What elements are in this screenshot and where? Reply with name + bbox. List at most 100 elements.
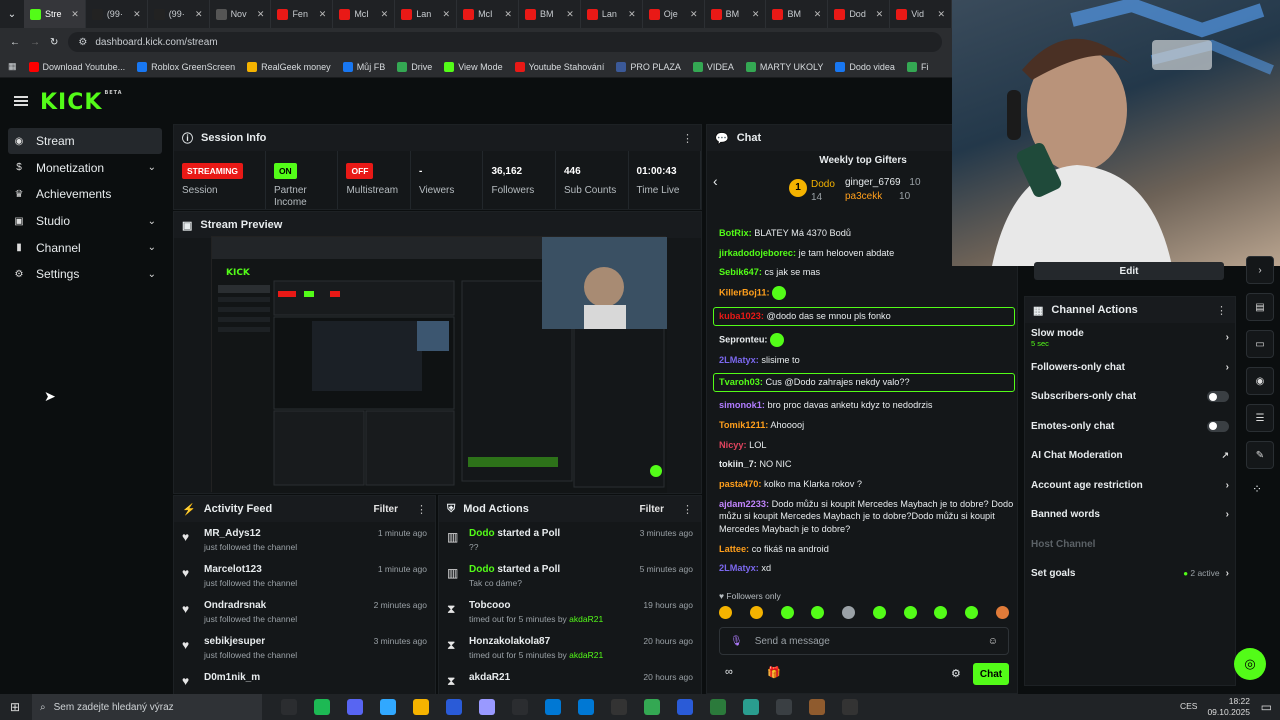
chat-username[interactable]: pasta470: bbox=[719, 479, 761, 489]
moderator-name[interactable]: akdaR21 bbox=[569, 650, 603, 660]
microphone-icon[interactable]: 🎙 bbox=[730, 636, 743, 647]
photoshop-icon[interactable] bbox=[379, 699, 396, 715]
premiere-icon[interactable] bbox=[478, 699, 495, 715]
bookmark-item[interactable]: Můj FB bbox=[342, 61, 385, 72]
kick-app-icon[interactable] bbox=[808, 699, 825, 715]
taskbar-search[interactable]: ⌕ Sem zadejte hledaný výraz bbox=[32, 694, 262, 720]
site-info-icon[interactable]: ⚙ bbox=[78, 37, 87, 48]
channel-action-subscribers-only-chat[interactable]: Subscribers-only chat bbox=[1025, 382, 1235, 412]
follower-name[interactable]: MR_Adys12 bbox=[204, 528, 370, 539]
channel-action-slow-mode[interactable]: Slow mode 5 sec › bbox=[1025, 323, 1235, 353]
status-badge[interactable]: ON bbox=[273, 163, 297, 179]
filter-button[interactable]: Filter bbox=[640, 504, 664, 515]
bookmark-item[interactable]: Youtube Stahování bbox=[514, 61, 604, 72]
chevron-down-icon[interactable]: ⌄ bbox=[148, 162, 156, 173]
bookmark-item[interactable]: Drive bbox=[397, 61, 432, 72]
emote-icon[interactable] bbox=[872, 606, 886, 619]
file-explorer-icon[interactable] bbox=[412, 699, 429, 715]
emote-bar[interactable] bbox=[719, 606, 1009, 619]
chat-username[interactable]: Tomik1211: bbox=[719, 420, 768, 430]
arrow-right-icon[interactable]: › bbox=[1246, 256, 1274, 284]
chat-username[interactable]: Nicyy: bbox=[719, 440, 747, 450]
chat-username[interactable]: 2LMatyx: bbox=[719, 355, 759, 365]
close-tab-icon[interactable]: ✕ bbox=[814, 9, 822, 20]
browser-tab[interactable]: Stre ✕ bbox=[23, 0, 86, 28]
filter-button[interactable]: Filter bbox=[374, 504, 398, 515]
emote-icon[interactable] bbox=[719, 606, 732, 619]
browser-tab[interactable]: BM ✕ bbox=[766, 0, 829, 28]
bookmark-item[interactable]: PRO PLAZA bbox=[616, 61, 681, 72]
calculator-icon[interactable] bbox=[742, 699, 759, 715]
close-tab-icon[interactable]: ✕ bbox=[257, 9, 265, 20]
chevron-left-icon[interactable]: ‹ bbox=[713, 173, 718, 189]
chevron-down-icon[interactable]: ⌄ bbox=[148, 269, 156, 280]
chevron-down-icon[interactable]: ⌄ bbox=[148, 216, 156, 227]
wrench-icon[interactable]: ✎ bbox=[1246, 441, 1274, 469]
forward-icon[interactable]: → bbox=[30, 37, 40, 48]
channel-action-host-channel[interactable]: Host Channel bbox=[1025, 530, 1235, 560]
follower-name[interactable]: Ondradrsnak bbox=[204, 600, 366, 611]
sidebar-item-stream[interactable]: ◉ Stream bbox=[8, 128, 162, 154]
browser-tab[interactable]: (99· ✕ bbox=[86, 0, 148, 28]
channel-action-ai-chat-moderation[interactable]: AI Chat Moderation ↗ bbox=[1025, 441, 1235, 471]
chat-username[interactable]: tokiin_7: bbox=[719, 459, 757, 469]
obs-icon[interactable] bbox=[841, 699, 858, 715]
close-tab-icon[interactable]: ✕ bbox=[504, 9, 512, 20]
app-icon[interactable] bbox=[775, 699, 792, 715]
chat-username[interactable]: 2LMatyx: bbox=[719, 563, 759, 573]
channel-action-followers-only-chat[interactable]: Followers-only chat › bbox=[1025, 353, 1235, 383]
more-options-icon[interactable]: ⋮ bbox=[682, 132, 693, 145]
task-view-icon[interactable] bbox=[280, 699, 297, 715]
browser-tab[interactable]: Dod ✕ bbox=[828, 0, 891, 28]
tab-list-icon[interactable]: ⌄ bbox=[0, 9, 24, 20]
close-tab-icon[interactable]: ✕ bbox=[876, 9, 884, 20]
sidebar-item-studio[interactable]: ▣ Studio ⌄ bbox=[8, 208, 162, 234]
notification-icon[interactable]: ▭ bbox=[1261, 700, 1272, 714]
close-tab-icon[interactable]: ✕ bbox=[381, 9, 389, 20]
reload-icon[interactable]: ↻ bbox=[50, 37, 58, 48]
browser-tab[interactable]: Fen ✕ bbox=[271, 0, 334, 28]
chat-username[interactable]: kuba1023: bbox=[719, 311, 764, 321]
channel-action-banned-words[interactable]: Banned words › bbox=[1025, 500, 1235, 530]
mod-action-user[interactable]: Dodo bbox=[469, 528, 495, 539]
terminal-icon[interactable] bbox=[709, 699, 726, 715]
clipboard-icon[interactable]: ▤ bbox=[1246, 293, 1274, 321]
bookmark-item[interactable]: MARTY UKOLY bbox=[745, 61, 823, 72]
close-tab-icon[interactable]: ✕ bbox=[195, 9, 203, 20]
chevron-right-icon[interactable]: › bbox=[1226, 568, 1229, 579]
share-icon[interactable]: ⁘ bbox=[1252, 482, 1262, 496]
browser-tab[interactable]: McI ✕ bbox=[457, 0, 519, 28]
blender-icon[interactable] bbox=[445, 699, 462, 715]
chat-username[interactable]: ajdam2233: bbox=[719, 499, 769, 509]
edge-icon[interactable] bbox=[577, 699, 594, 715]
epic-games-icon[interactable] bbox=[610, 699, 627, 715]
chevron-right-icon[interactable]: › bbox=[1226, 480, 1229, 491]
emote-icon[interactable] bbox=[934, 606, 948, 619]
close-tab-icon[interactable]: ✕ bbox=[566, 9, 574, 20]
sidebar-item-achievements[interactable]: ♛ Achievements bbox=[8, 181, 162, 207]
chat-username[interactable]: Tvaroh03: bbox=[719, 377, 763, 387]
mod-action-user[interactable]: akdaR21 bbox=[469, 672, 510, 683]
chat-username[interactable]: simonok1: bbox=[719, 400, 765, 410]
chevron-right-icon[interactable]: › bbox=[1226, 509, 1229, 520]
more-options-icon[interactable]: ⋮ bbox=[1216, 304, 1227, 317]
store-icon[interactable] bbox=[511, 699, 528, 715]
more-options-icon[interactable]: ⋮ bbox=[416, 503, 427, 516]
mod-action-user[interactable]: Dodo bbox=[469, 564, 495, 575]
channel-action-set-goals[interactable]: Set goals ● 2 active › bbox=[1025, 559, 1235, 589]
apps-grid-icon[interactable]: ▦ bbox=[8, 61, 17, 72]
back-icon[interactable]: ← bbox=[10, 37, 20, 48]
emote-icon[interactable] bbox=[965, 606, 979, 619]
browser-tab[interactable]: Lan ✕ bbox=[581, 0, 643, 28]
browser-tab[interactable]: Vid ✕ bbox=[890, 0, 953, 28]
chevron-right-icon[interactable]: › bbox=[1226, 332, 1229, 343]
bookmark-item[interactable]: VIDEA bbox=[692, 61, 734, 72]
bookmark-item[interactable]: Dodo videa bbox=[835, 61, 895, 72]
chat-username[interactable]: Sepronteu: bbox=[719, 334, 768, 344]
browser-tab[interactable]: Nov ✕ bbox=[210, 0, 272, 28]
browser-tab[interactable]: McI ✕ bbox=[333, 0, 396, 28]
status-badge[interactable]: STREAMING bbox=[182, 163, 243, 179]
channel-action-emotes-only-chat[interactable]: Emotes-only chat bbox=[1025, 412, 1235, 442]
browser-tab[interactable]: Oje ✕ bbox=[643, 0, 705, 28]
chevron-right-icon[interactable]: › bbox=[1226, 362, 1229, 373]
